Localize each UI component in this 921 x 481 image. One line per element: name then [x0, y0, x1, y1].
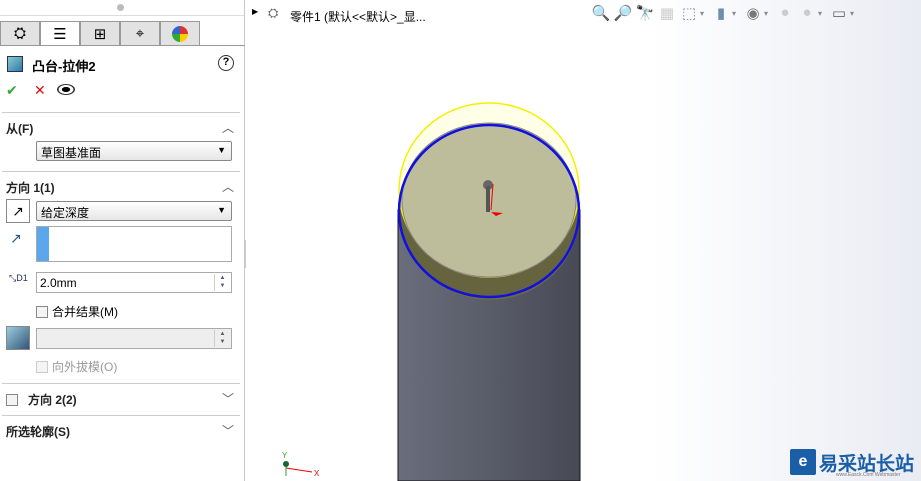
end-condition-select[interactable]: 给定深度 ▼	[36, 201, 232, 221]
chevron-down-icon[interactable]: ﹀	[222, 422, 234, 439]
dimxpert-icon: ⌖	[135, 25, 145, 42]
model-graphics[interactable]: Y X	[246, 0, 921, 481]
ok-button[interactable]: ✔	[6, 82, 18, 99]
draft-outward-checkbox: 向外拔模(O)	[36, 358, 117, 375]
draft-toggle-button[interactable]	[6, 326, 30, 350]
depth-spinner[interactable]: ▲ ▼	[214, 274, 230, 291]
feature-manager-icon: ⛭	[13, 25, 26, 42]
direction-selection-box[interactable]	[36, 226, 232, 262]
end-condition-value: 给定深度	[41, 206, 90, 220]
depth-value: 2.0mm	[40, 276, 77, 290]
reverse-direction-button[interactable]: ↗	[6, 199, 30, 223]
direction-arrow-icon: ↗	[10, 230, 22, 246]
draft-spinner[interactable]: ▲ ▼	[214, 330, 230, 347]
dropdown-arrow-icon: ▼	[217, 205, 226, 215]
watermark-logo-icon: e	[790, 449, 816, 475]
configuration-manager-icon: ⊞	[93, 25, 107, 43]
dropdown-arrow-icon: ▼	[217, 145, 226, 155]
cancel-button[interactable]: ✕	[34, 82, 46, 99]
direction2-label: 方向 2(2)	[28, 393, 77, 407]
chevron-up-icon[interactable]: ︿	[222, 119, 234, 136]
direction1-section-header[interactable]: 方向 1(1)	[6, 179, 55, 196]
chevron-down-icon[interactable]: ﹀	[222, 390, 234, 407]
depth-dimension-icon: ⤡D1	[9, 273, 28, 283]
triad-y-label: Y	[282, 451, 288, 460]
merge-result-checkbox[interactable]: 合并结果(M)	[36, 303, 118, 320]
tab-configuration-manager[interactable]: ⊞	[80, 21, 120, 46]
draft-outward-label: 向外拔模(O)	[52, 360, 118, 374]
chevron-up-icon[interactable]: ︿	[222, 178, 234, 195]
property-manager-icon: ☰	[53, 26, 67, 43]
selected-contours-header[interactable]: 所选轮廓(S)	[6, 423, 70, 440]
property-manager-panel: ⛭ ☰ ⊞ ⌖ 凸台-拉伸2 ? ✔ ✕ 从(F) ︿ 草图基准面 ▼ 方向 1(…	[0, 0, 245, 481]
watermark-subtext: www.Easck.Com Webmaster	[836, 472, 901, 478]
feature-title: 凸台-拉伸2	[32, 59, 96, 74]
tab-dimxpert[interactable]: ⌖	[120, 21, 160, 46]
from-section-header[interactable]: 从(F)	[6, 120, 33, 137]
draft-angle-input[interactable]: ▲ ▼	[36, 328, 232, 349]
from-value: 草图基准面	[41, 146, 102, 160]
depth-input[interactable]: 2.0mm ▲ ▼	[36, 272, 232, 293]
panel-grip[interactable]	[0, 0, 244, 16]
tab-display-manager[interactable]	[160, 21, 200, 46]
merge-result-label: 合并结果(M)	[52, 305, 118, 319]
preview-eye-icon[interactable]	[57, 84, 75, 95]
tab-feature-manager[interactable]: ⛭	[0, 21, 40, 46]
graphics-viewport[interactable]: ▶ ⛭ 零件1 (默认<<默认>_显... 🔍 🔎 🔭 ▦ ⬚ ▾ ▮ ▾ ◉ ▾ ●…	[246, 0, 921, 481]
from-select[interactable]: 草图基准面 ▼	[36, 141, 232, 161]
tab-property-manager[interactable]: ☰	[40, 21, 80, 46]
panel-tabs: ⛭ ☰ ⊞ ⌖	[0, 21, 200, 46]
help-button[interactable]: ?	[218, 55, 234, 71]
display-manager-icon	[172, 25, 188, 42]
extrude-boss-icon	[7, 56, 23, 72]
triad-x-label: X	[314, 469, 320, 478]
axis-triad: Y X	[282, 451, 320, 478]
direction2-section-header[interactable]: 方向 2(2)	[6, 391, 77, 408]
